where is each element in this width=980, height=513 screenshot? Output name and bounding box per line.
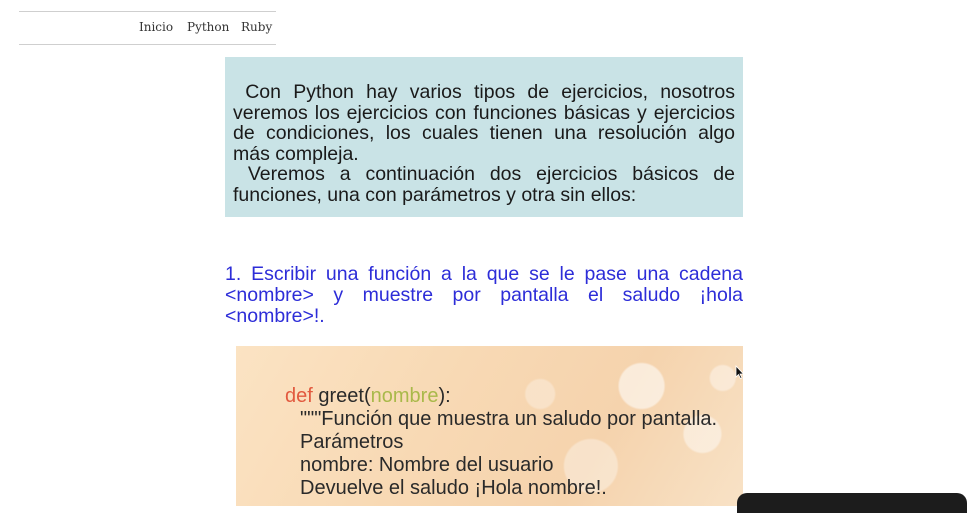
- code-line-2: """Función que muestra un saludo por pan…: [300, 408, 718, 430]
- intro-paragraph-2: Veremos a continuación dos ejercicios bá…: [233, 163, 735, 206]
- code-line-3: Parámetros: [300, 431, 404, 453]
- intro-box: Con Python hay varios tipos de ejercicio…: [225, 57, 743, 217]
- top-navigation: Inicio Python Ruby: [19, 11, 276, 45]
- code-line-4: nombre: Nombre del usuario: [300, 454, 554, 476]
- exercise-1-statement: 1. Escribir una función a la que se le p…: [225, 263, 743, 327]
- code-line-1: def greet(nombre):: [285, 385, 451, 408]
- code-keyword: def: [285, 385, 313, 407]
- code-line-5: Devuelve el saludo ¡Hola nombre!.: [300, 477, 607, 499]
- code-close: ):: [438, 385, 451, 407]
- nav-link-ruby[interactable]: Ruby: [241, 20, 272, 34]
- code-func-name: greet(: [312, 385, 371, 407]
- code-param: nombre: [370, 385, 439, 407]
- code-image: def greet(nombre): """Función que muestr…: [236, 346, 743, 506]
- nav-link-python[interactable]: Python: [187, 20, 229, 34]
- nav-link-inicio[interactable]: Inicio: [139, 20, 173, 34]
- floating-widget-bar[interactable]: [737, 493, 967, 513]
- mouse-cursor-icon: [735, 365, 745, 379]
- intro-paragraph-1: Con Python hay varios tipos de ejercicio…: [233, 81, 735, 165]
